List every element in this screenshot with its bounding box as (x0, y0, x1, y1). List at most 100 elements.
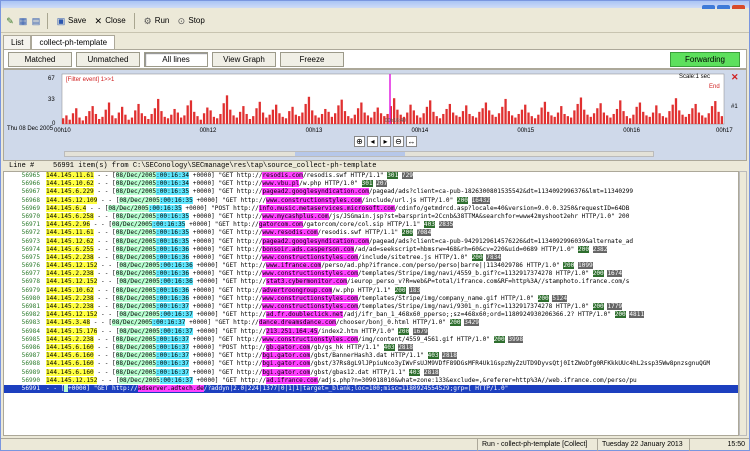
log-line-text: 144.145.10.62 - - [08/Dec/2005:00:16:34 … (46, 180, 388, 188)
log-row[interactable]: 56977 144.145.2.238 - - [08/Dec/2005:00:1… (4, 270, 738, 278)
matched-lines-button[interactable]: Matched lines (8, 51, 72, 77)
log-req: +0000] "GET http:// (189, 335, 263, 343)
chart-bar (111, 115, 114, 124)
chart-bar (628, 118, 632, 124)
log-line-text: 144.145.12.62 - - [08/Dec/2005:00:16:35 … (46, 237, 633, 246)
graph-scroll-thumb[interactable] (295, 152, 405, 156)
log-time: :00:16:37 (156, 343, 190, 351)
log-row[interactable]: 56985 144.145.2.238 - - [08/Dec/2005:00:1… (4, 335, 738, 344)
run-button[interactable]: ⚙ Run (141, 13, 172, 29)
log-pre: - - [ (97, 278, 120, 286)
log-pre: - - [ (93, 212, 116, 220)
log-line-text: 144.145.6.258 - - [08/Dec/2005:00:16:35 … (46, 212, 629, 221)
freeze-display-button[interactable]: Freeze Display (280, 51, 344, 77)
log-date: 08/Dec/2005 (115, 286, 157, 294)
log-row[interactable]: 56966 144.145.10.62 - - [08/Dec/2005:00:1… (4, 180, 738, 188)
log-row[interactable]: 56986 144.145.6.160 - - [08/Dec/2005:00:1… (4, 343, 738, 352)
save-button[interactable]: ▣ Save (54, 13, 88, 29)
filter-icon[interactable]: ✎ (5, 16, 15, 26)
chart-bar (625, 116, 628, 124)
log-row[interactable]: 56988 144.145.6.160 - - [08/Dec/2005:00:1… (4, 360, 738, 368)
log-pre: - - [ (93, 229, 116, 237)
log-row[interactable]: 56987 144.145.6.160 - - [08/Dec/2005:00:1… (4, 352, 738, 360)
unmatched-lines-button[interactable]: Unmatched lines (76, 51, 140, 77)
log-row[interactable]: 56976 144.145.12.152 - - [08/Dec/2005:00:… (4, 262, 738, 270)
log-row[interactable]: 56965 144.145.11.61 - - [08/Dec/2005:00:1… (4, 172, 738, 180)
chart-bar (68, 119, 71, 124)
table-icon[interactable]: ▦ (18, 16, 28, 26)
log-path: /include/url.js HTTP/1.0" (361, 196, 457, 204)
log-row[interactable]: 56982 144.145.12.152 - - [08/Dec/2005:00:… (4, 311, 738, 319)
chart-bar (520, 109, 524, 124)
chart-bar (497, 113, 501, 124)
log-row[interactable]: 56972 144.145.11.61 - - [08/Dec/2005:00:1… (4, 229, 738, 237)
scroll-right-icon[interactable]: ▸ (380, 136, 391, 147)
close-graph-icon[interactable]: ✕ (731, 72, 739, 82)
log-row[interactable]: 56979 144.145.10.62 - - [08/Dec/2005:00:1… (4, 286, 738, 295)
chart-bar (553, 116, 556, 124)
close-button[interactable]: ✕ Close (91, 13, 127, 29)
log-row[interactable]: 56973 144.145.12.62 - - [08/Dec/2005:00:1… (4, 237, 738, 246)
graph-scrollbar[interactable] (64, 151, 654, 157)
chart-bar (714, 101, 717, 124)
chart-bar (465, 105, 468, 124)
chart-bar (124, 114, 127, 124)
line-number-header[interactable]: Line # (3, 161, 53, 171)
chart-bar (596, 108, 599, 124)
zoom-in-icon[interactable]: ⊕ (354, 136, 365, 147)
log-row[interactable]: 56969 144.145.6.4 - - [08/Dec/2005:00:16:… (4, 204, 738, 213)
chart-bar (720, 116, 724, 124)
chart-bar (304, 103, 307, 124)
chart-bar (632, 114, 635, 124)
log-pre: - - [ (93, 180, 116, 188)
chart-bar (275, 104, 278, 124)
stop-button[interactable]: ⊙ Stop (174, 13, 206, 29)
log-row[interactable]: 56990 144.145.12.152 - - [08/Dec/2005:00:… (4, 376, 738, 385)
scroll-left-icon[interactable]: ◂ (367, 136, 378, 147)
chart-bar (98, 118, 101, 124)
log-row[interactable]: 56974 144.145.6.255 - - [08/Dec/2005:00:1… (4, 245, 738, 254)
log-host: bgi.gator.com (262, 352, 311, 360)
all-lines-button[interactable]: All lines (144, 51, 208, 67)
log-path: /?addyn|2.0|224|1377|0|1|1|target=_blank… (203, 384, 509, 392)
log-date: 08/Dec/2005 (115, 368, 157, 376)
log-row[interactable]: 56975 144.145.2.238 - - [08/Dec/2005:00:1… (4, 253, 738, 262)
log-ip: 144.145.10.62 (46, 286, 94, 294)
log-row[interactable]: 56984 144.145.15.176 - - [08/Dec/2005:00:… (4, 327, 738, 336)
view-graph-button[interactable]: View Graph (212, 51, 276, 67)
chart-bar (114, 118, 117, 124)
log-pre: - - [ (93, 360, 116, 368)
zoom-fit-icon[interactable]: ↔ (406, 136, 417, 147)
log-row[interactable]: 56968 144.145.12.109 - - [08/Dec/2005:00:… (4, 196, 738, 205)
chart-bar (527, 112, 530, 124)
log-scrollbar[interactable] (739, 171, 747, 436)
log-row[interactable]: 56967 144.145.6.229 - - [08/Dec/2005:00:1… (4, 188, 738, 196)
chart-bar (81, 120, 84, 124)
log-row[interactable]: 56983 144.145.3.48 - - [08/Dec/2005:00:16… (4, 319, 738, 327)
log-row[interactable]: 56980 144.145.2.238 - - [08/Dec/2005:00:1… (4, 294, 738, 303)
log-row[interactable]: 56991 - - [ +0000] "GET http://adserver.… (4, 384, 738, 394)
zoom-out-icon[interactable]: ⊖ (393, 136, 404, 147)
log-pre: - - [ (93, 270, 116, 278)
log-list[interactable]: 56965 144.145.11.61 - - [08/Dec/2005:00:1… (3, 171, 739, 436)
chart-bar (147, 118, 150, 124)
log-row[interactable]: 56971 144.145.2.96 - - [08/Dec/2005:00:16… (4, 221, 738, 229)
export-icon[interactable]: ▤ (31, 16, 41, 26)
log-ip: 144.145.6.258 (46, 212, 94, 220)
forwarding-indicator[interactable]: Forwarding (670, 52, 740, 67)
x-tick-label: 00h16 (623, 128, 640, 134)
chart-bar (199, 119, 202, 124)
log-row[interactable]: 56970 144.145.6.258 - - [08/Dec/2005:00:1… (4, 212, 738, 221)
log-pre: - - [ (93, 188, 116, 196)
tab-list[interactable]: List (3, 35, 32, 49)
chart-bar (327, 111, 330, 124)
log-date: 08/Dec/2005 (115, 360, 157, 368)
status-bar: Run - collect-ph-template [Collect] Tues… (1, 438, 749, 451)
log-row[interactable]: 56978 144.145.12.152 - - [08/Dec/2005:00:… (4, 278, 738, 286)
log-row[interactable]: 56981 144.145.2.238 - - [08/Dec/2005:00:1… (4, 303, 738, 311)
chart-bar (684, 116, 687, 124)
log-row[interactable]: 56989 144.145.6.160 - - [08/Dec/2005:00:1… (4, 368, 738, 377)
log-path: /templates/Stripe/img/company_name.gif H… (357, 294, 538, 302)
chart-bar (258, 101, 261, 124)
tab-collect-ph-template[interactable]: collect-ph-template (31, 35, 116, 49)
